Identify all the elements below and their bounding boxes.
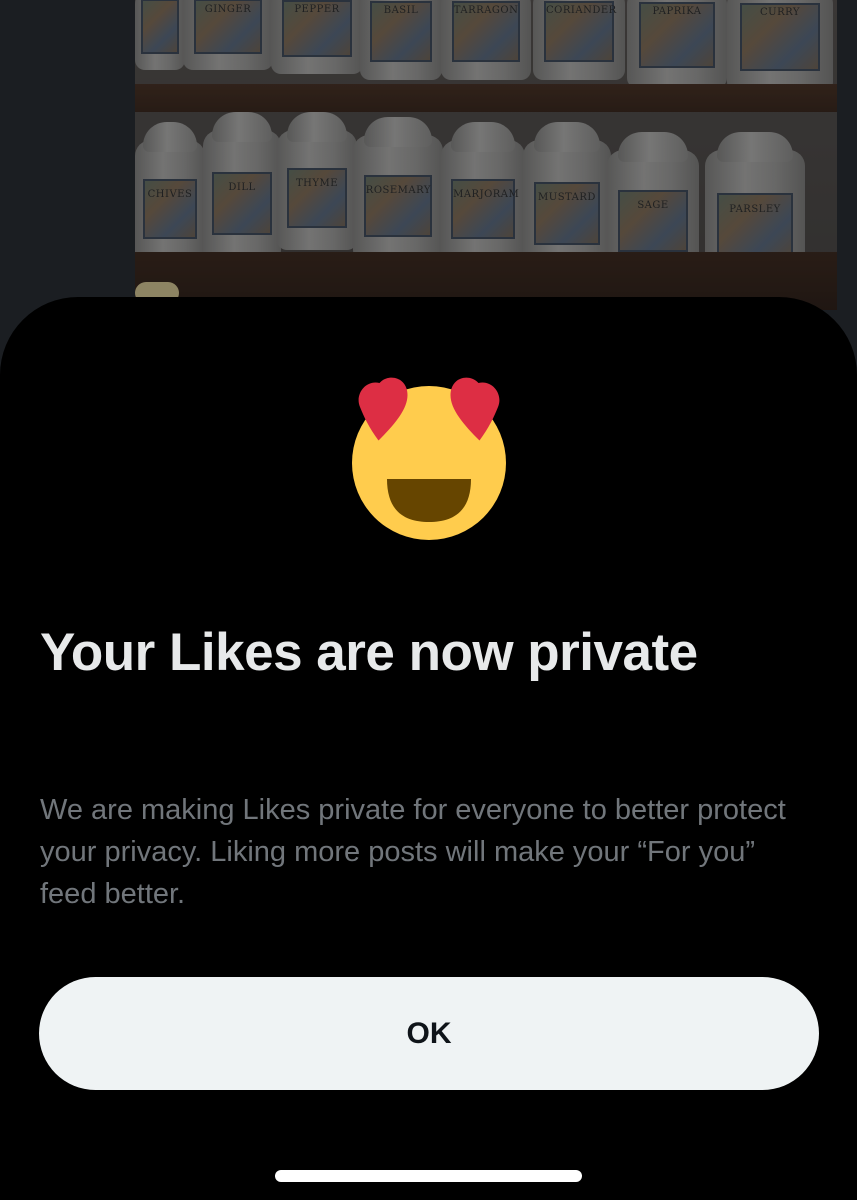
dialog-description: We are making Likes private for everyone… (40, 794, 786, 910)
smiling-face-with-heart-eyes-icon (352, 377, 506, 540)
ok-button[interactable]: OK (39, 977, 819, 1090)
photo-dim-overlay (135, 0, 837, 310)
dialog-title: Your Likes are now private (40, 623, 698, 682)
home-indicator[interactable] (275, 1170, 582, 1182)
screen: GINGER PEPPER BASIL TARRAGON CORIANDER P… (0, 0, 857, 1200)
background-photo: GINGER PEPPER BASIL TARRAGON CORIANDER P… (135, 0, 837, 310)
